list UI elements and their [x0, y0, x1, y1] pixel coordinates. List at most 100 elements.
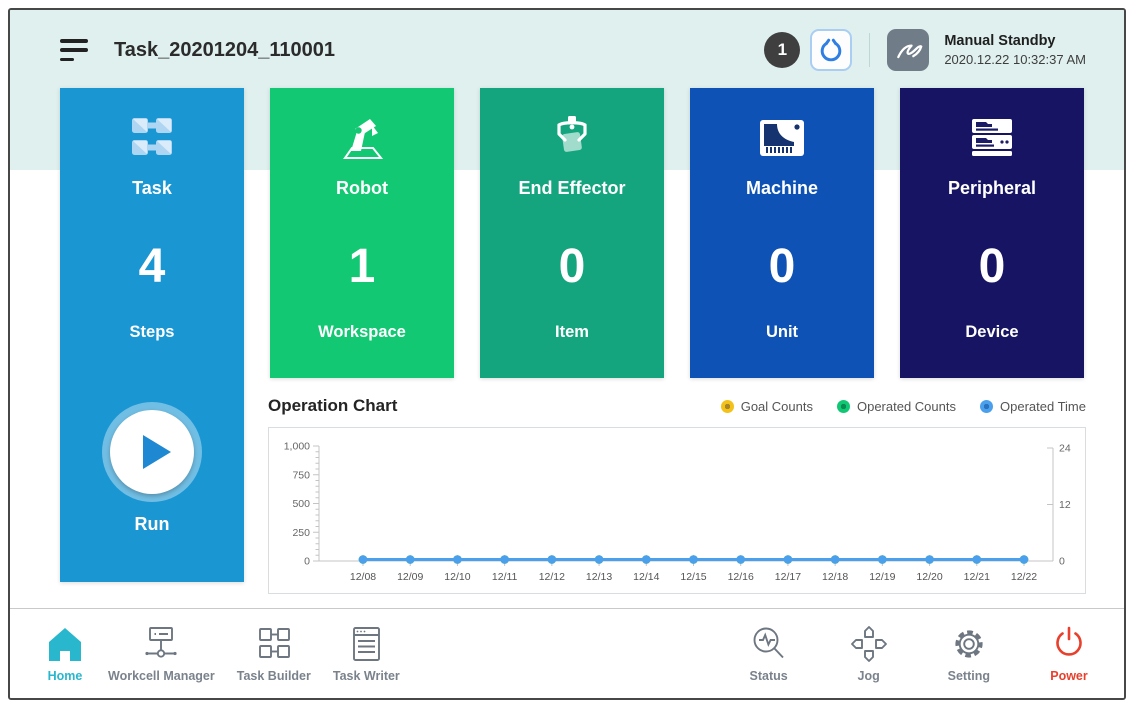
operation-chart-plot: 1,000 750 500 250 0 24 12 0 12/08 12/09 12/10 12/11…: [269, 428, 1085, 593]
goal-counts-dot-icon: [721, 400, 734, 413]
topbar-right-group: 1 Manual Standby 2020.12.22 10:32:37 AM: [764, 29, 1086, 71]
nav-label: Power: [1050, 669, 1088, 683]
svg-text:12/08: 12/08: [350, 571, 376, 583]
gripper-button[interactable]: [810, 29, 852, 71]
robot-state-label: Manual Standby: [944, 32, 1086, 50]
home-icon: [44, 624, 86, 664]
svg-text:12/12: 12/12: [539, 571, 565, 583]
robot-state-timestamp: 2020.12.22 10:32:37 AM: [944, 52, 1086, 68]
end-effector-icon: [550, 115, 594, 161]
svg-text:12/15: 12/15: [680, 571, 706, 583]
card-unit: Item: [555, 323, 589, 342]
gripper-icon: [818, 36, 844, 64]
nav-task-builder[interactable]: Task Builder: [237, 624, 311, 683]
nav-jog[interactable]: Jog: [848, 624, 890, 683]
svg-text:750: 750: [292, 469, 310, 481]
power-icon: [1048, 624, 1090, 664]
nav-task-writer[interactable]: Task Writer: [333, 624, 400, 683]
svg-text:12: 12: [1059, 499, 1071, 511]
card-unit: Workspace: [318, 323, 406, 342]
nav-label: Status: [750, 669, 788, 683]
card-value: 0: [979, 239, 1006, 295]
svg-text:12/20: 12/20: [916, 571, 942, 583]
card-value: 0: [769, 239, 796, 295]
legend-operated-counts: Operated Counts: [837, 399, 956, 414]
nav-label: Workcell Manager: [108, 669, 215, 683]
nav-setting[interactable]: Setting: [948, 624, 990, 683]
header-divider: [869, 33, 870, 67]
card-value: 1: [349, 239, 376, 295]
workcell-manager-icon: [140, 624, 182, 664]
menu-icon[interactable]: [60, 39, 90, 61]
robot-card[interactable]: Robot 1 Workspace: [270, 88, 454, 378]
legend-goal-counts: Goal Counts: [721, 399, 813, 414]
card-unit: Steps: [130, 323, 175, 342]
task-writer-icon: [345, 624, 387, 664]
app-window: Task_20201204_110001 1 Manual Standby: [0, 0, 1134, 708]
svg-text:12/09: 12/09: [397, 571, 423, 583]
task-blocks-icon: [129, 116, 175, 160]
legend-label: Goal Counts: [741, 399, 813, 414]
nav-home[interactable]: Home: [44, 624, 86, 683]
svg-text:12/11: 12/11: [492, 571, 518, 583]
robot-state[interactable]: Manual Standby 2020.12.22 10:32:37 AM: [944, 32, 1086, 68]
manual-hand-icon[interactable]: [887, 29, 929, 71]
svg-text:0: 0: [1059, 556, 1065, 568]
card-value: 0: [559, 239, 586, 295]
card-label: Peripheral: [948, 178, 1036, 199]
task-card[interactable]: Task 4 Steps Run: [60, 88, 244, 582]
svg-text:12/22: 12/22: [1011, 571, 1037, 583]
bottom-nav: Home Workcell Manager: [10, 608, 1124, 698]
svg-text:0: 0: [304, 556, 310, 568]
svg-text:500: 500: [292, 498, 310, 510]
svg-text:1,000: 1,000: [284, 441, 310, 453]
robot-arm-icon: [337, 115, 387, 161]
nav-label: Task Builder: [237, 669, 311, 683]
svg-text:12/19: 12/19: [869, 571, 895, 583]
top-bar: Task_20201204_110001 1 Manual Standby: [10, 10, 1124, 90]
svg-text:24: 24: [1059, 443, 1071, 455]
machine-card[interactable]: Machine 0 Unit: [690, 88, 874, 378]
nav-power[interactable]: Power: [1048, 624, 1090, 683]
operation-chart-section: Operation Chart Goal Counts Operated Cou…: [268, 394, 1086, 594]
status-icon: [748, 624, 790, 664]
operated-time-dot-icon: [980, 400, 993, 413]
legend-label: Operated Time: [1000, 399, 1086, 414]
nav-label: Home: [48, 669, 83, 683]
card-unit: Unit: [766, 323, 798, 342]
hand-glyph: [893, 35, 923, 65]
nav-status[interactable]: Status: [748, 624, 790, 683]
peripheral-icon: [968, 116, 1016, 160]
chart-title: Operation Chart: [268, 396, 397, 416]
jog-icon: [848, 624, 890, 664]
notification-badge: 1: [764, 32, 800, 68]
chart-legend: Goal Counts Operated Counts Operated Tim…: [721, 399, 1086, 414]
operation-chart: 1,000 750 500 250 0 24 12 0 12/08 12/09 12/10 12/11…: [268, 427, 1086, 594]
card-label: Robot: [336, 178, 388, 199]
svg-text:12/21: 12/21: [964, 571, 990, 583]
app-frame: Task_20201204_110001 1 Manual Standby: [8, 8, 1126, 700]
end-effector-card[interactable]: End Effector 0 Item: [480, 88, 664, 378]
svg-text:12/10: 12/10: [444, 571, 470, 583]
nav-workcell-manager[interactable]: Workcell Manager: [108, 624, 215, 683]
svg-text:12/17: 12/17: [775, 571, 801, 583]
peripheral-card[interactable]: Peripheral 0 Device: [900, 88, 1084, 378]
play-icon: [143, 435, 171, 469]
card-label: Task: [132, 178, 172, 199]
legend-operated-time: Operated Time: [980, 399, 1086, 414]
svg-text:250: 250: [292, 527, 310, 539]
page-title: Task_20201204_110001: [114, 39, 335, 62]
card-unit: Device: [965, 323, 1018, 342]
card-label: Machine: [746, 178, 818, 199]
nav-label: Setting: [948, 669, 990, 683]
operated-counts-dot-icon: [837, 400, 850, 413]
run-button[interactable]: Run: [102, 402, 202, 535]
run-button-ring: [102, 402, 202, 502]
nav-label: Jog: [858, 669, 880, 683]
task-builder-icon: [253, 624, 295, 664]
card-value: 4: [139, 239, 166, 295]
nav-label: Task Writer: [333, 669, 400, 683]
setting-icon: [948, 624, 990, 664]
svg-text:12/14: 12/14: [633, 571, 659, 583]
machine-icon: [758, 117, 806, 159]
